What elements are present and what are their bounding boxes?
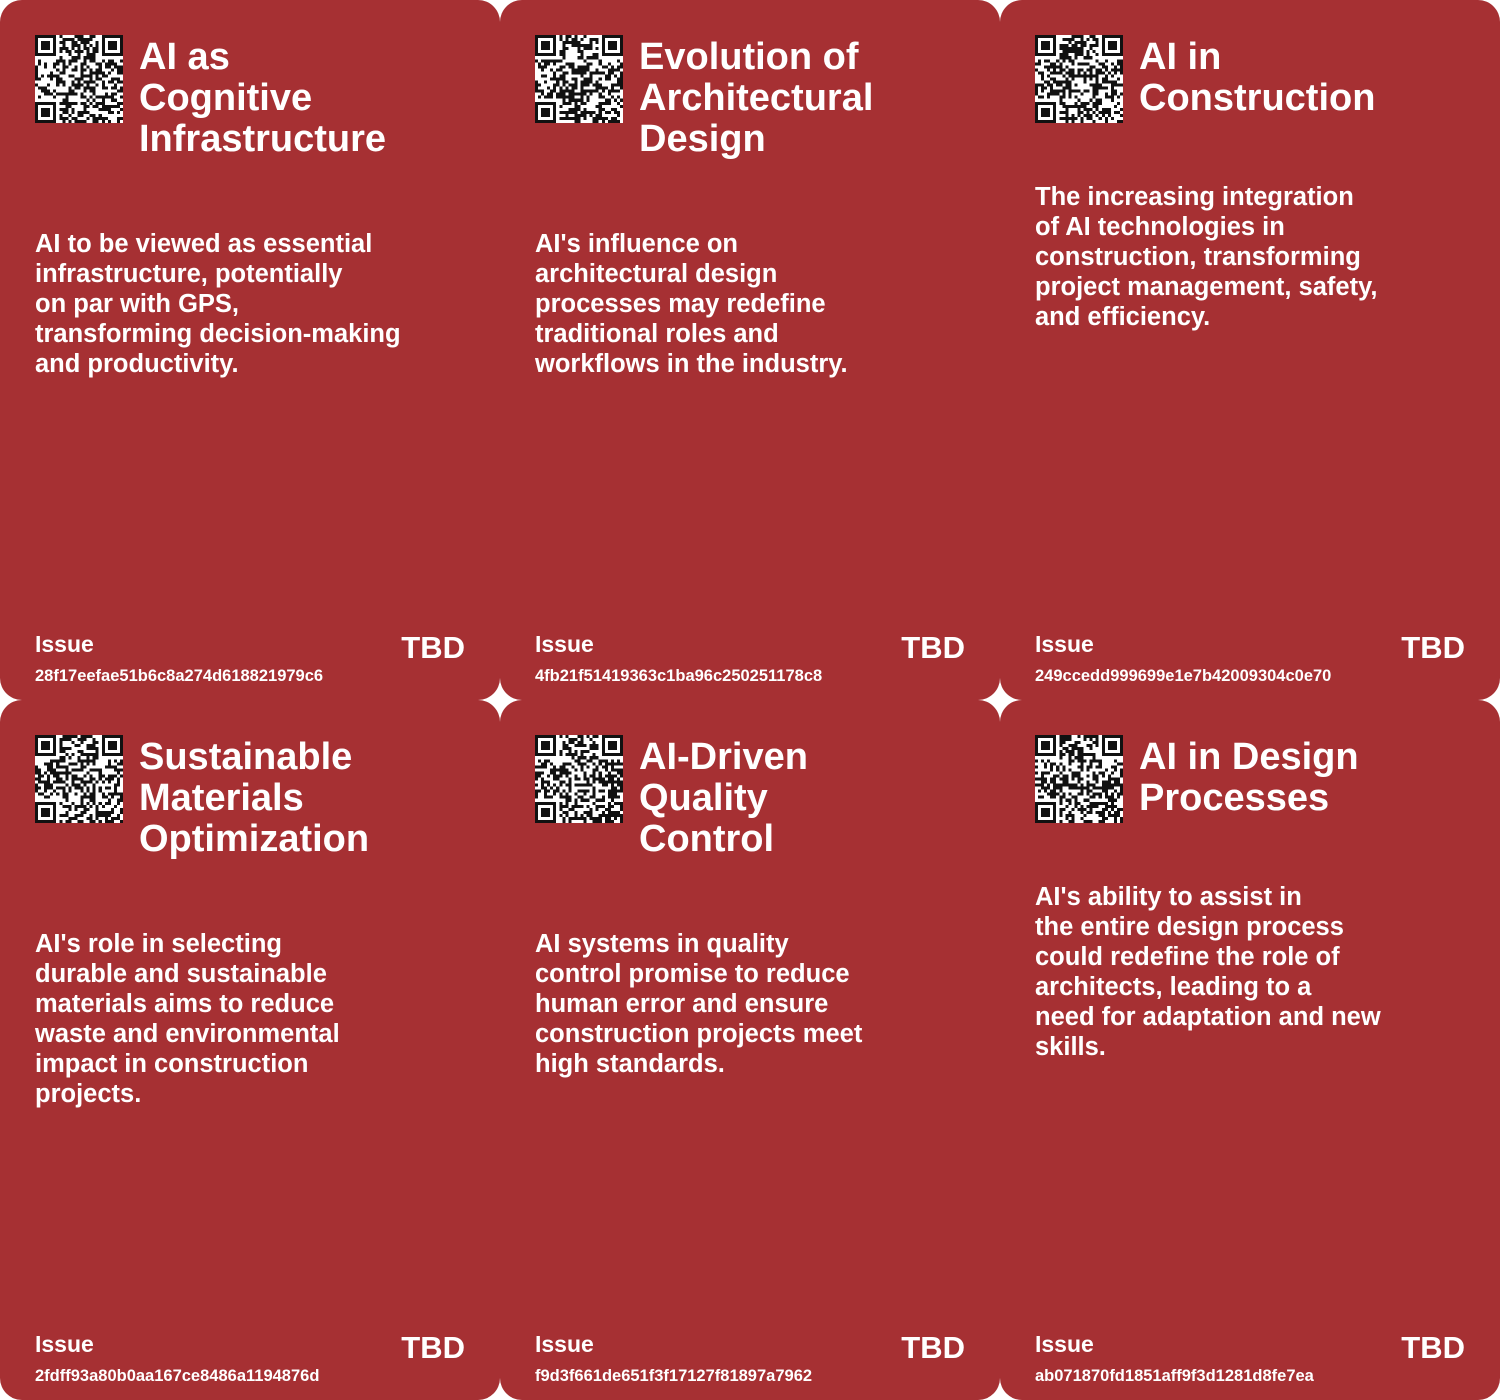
- card-description: AI's ability to assist in the entire des…: [1035, 883, 1381, 1061]
- issue-label: Issue: [35, 631, 94, 657]
- qr-code-icon: [535, 735, 623, 823]
- card-title: Sustainable Materials Optimization: [139, 736, 370, 860]
- card-description: AI to be viewed as essential infrastruct…: [35, 230, 401, 378]
- card-description: AI systems in quality control promise to…: [535, 930, 863, 1078]
- issue-card[interactable]: Evolution of Architectural Design AI's i…: [500, 0, 1000, 700]
- card-description: AI's influence on architectural design p…: [535, 230, 848, 378]
- qr-code-icon: [1035, 35, 1123, 123]
- card-title: AI-Driven Quality Control: [639, 736, 808, 860]
- card-grid: AI as Cognitive Infrastructure AI to be …: [0, 0, 1500, 1400]
- card-title: Evolution of Architectural Design: [639, 36, 874, 160]
- issue-id: f9d3f661de651f3f17127f81897a7962: [535, 1367, 813, 1385]
- status-badge: TBD: [1401, 630, 1465, 665]
- issue-card[interactable]: AI-Driven Quality Control AI systems in …: [500, 700, 1000, 1400]
- card-title: AI as Cognitive Infrastructure: [139, 36, 387, 160]
- issue-card[interactable]: AI in Design Processes AI's ability to a…: [1000, 700, 1500, 1400]
- issue-id: 2fdff93a80b0aa167ce8486a1194876d: [35, 1367, 320, 1385]
- status-badge: TBD: [901, 630, 965, 665]
- issue-label: Issue: [535, 1331, 594, 1357]
- issue-label: Issue: [35, 1331, 94, 1357]
- issue-label: Issue: [1035, 631, 1094, 657]
- issue-id: ab071870fd1851aff9f3d1281d8fe7ea: [1035, 1367, 1314, 1385]
- qr-code-icon: [35, 35, 123, 123]
- issue-id: 28f17eefae51b6c8a274d618821979c6: [35, 667, 324, 685]
- status-badge: TBD: [401, 630, 465, 665]
- issue-card[interactable]: AI as Cognitive Infrastructure AI to be …: [0, 0, 500, 700]
- issue-label: Issue: [535, 631, 594, 657]
- qr-code-icon: [1035, 735, 1123, 823]
- status-badge: TBD: [901, 1330, 965, 1365]
- issue-card[interactable]: AI in Construction The increasing integr…: [1000, 0, 1500, 700]
- issue-label: Issue: [1035, 1331, 1094, 1357]
- qr-code-icon: [35, 735, 123, 823]
- status-badge: TBD: [1401, 1330, 1465, 1365]
- card-description: AI's role in selecting durable and susta…: [35, 930, 340, 1108]
- card-title: AI in Design Processes: [1139, 736, 1359, 819]
- qr-code-icon: [535, 35, 623, 123]
- status-badge: TBD: [401, 1330, 465, 1365]
- card-title: AI in Construction: [1139, 36, 1376, 119]
- issue-id: 249ccedd999699e1e7b42009304c0e70: [1035, 667, 1332, 685]
- issue-id: 4fb21f51419363c1ba96c250251178c8: [535, 667, 823, 685]
- issue-card[interactable]: Sustainable Materials Optimization AI's …: [0, 700, 500, 1400]
- card-description: The increasing integration of AI technol…: [1035, 183, 1378, 331]
